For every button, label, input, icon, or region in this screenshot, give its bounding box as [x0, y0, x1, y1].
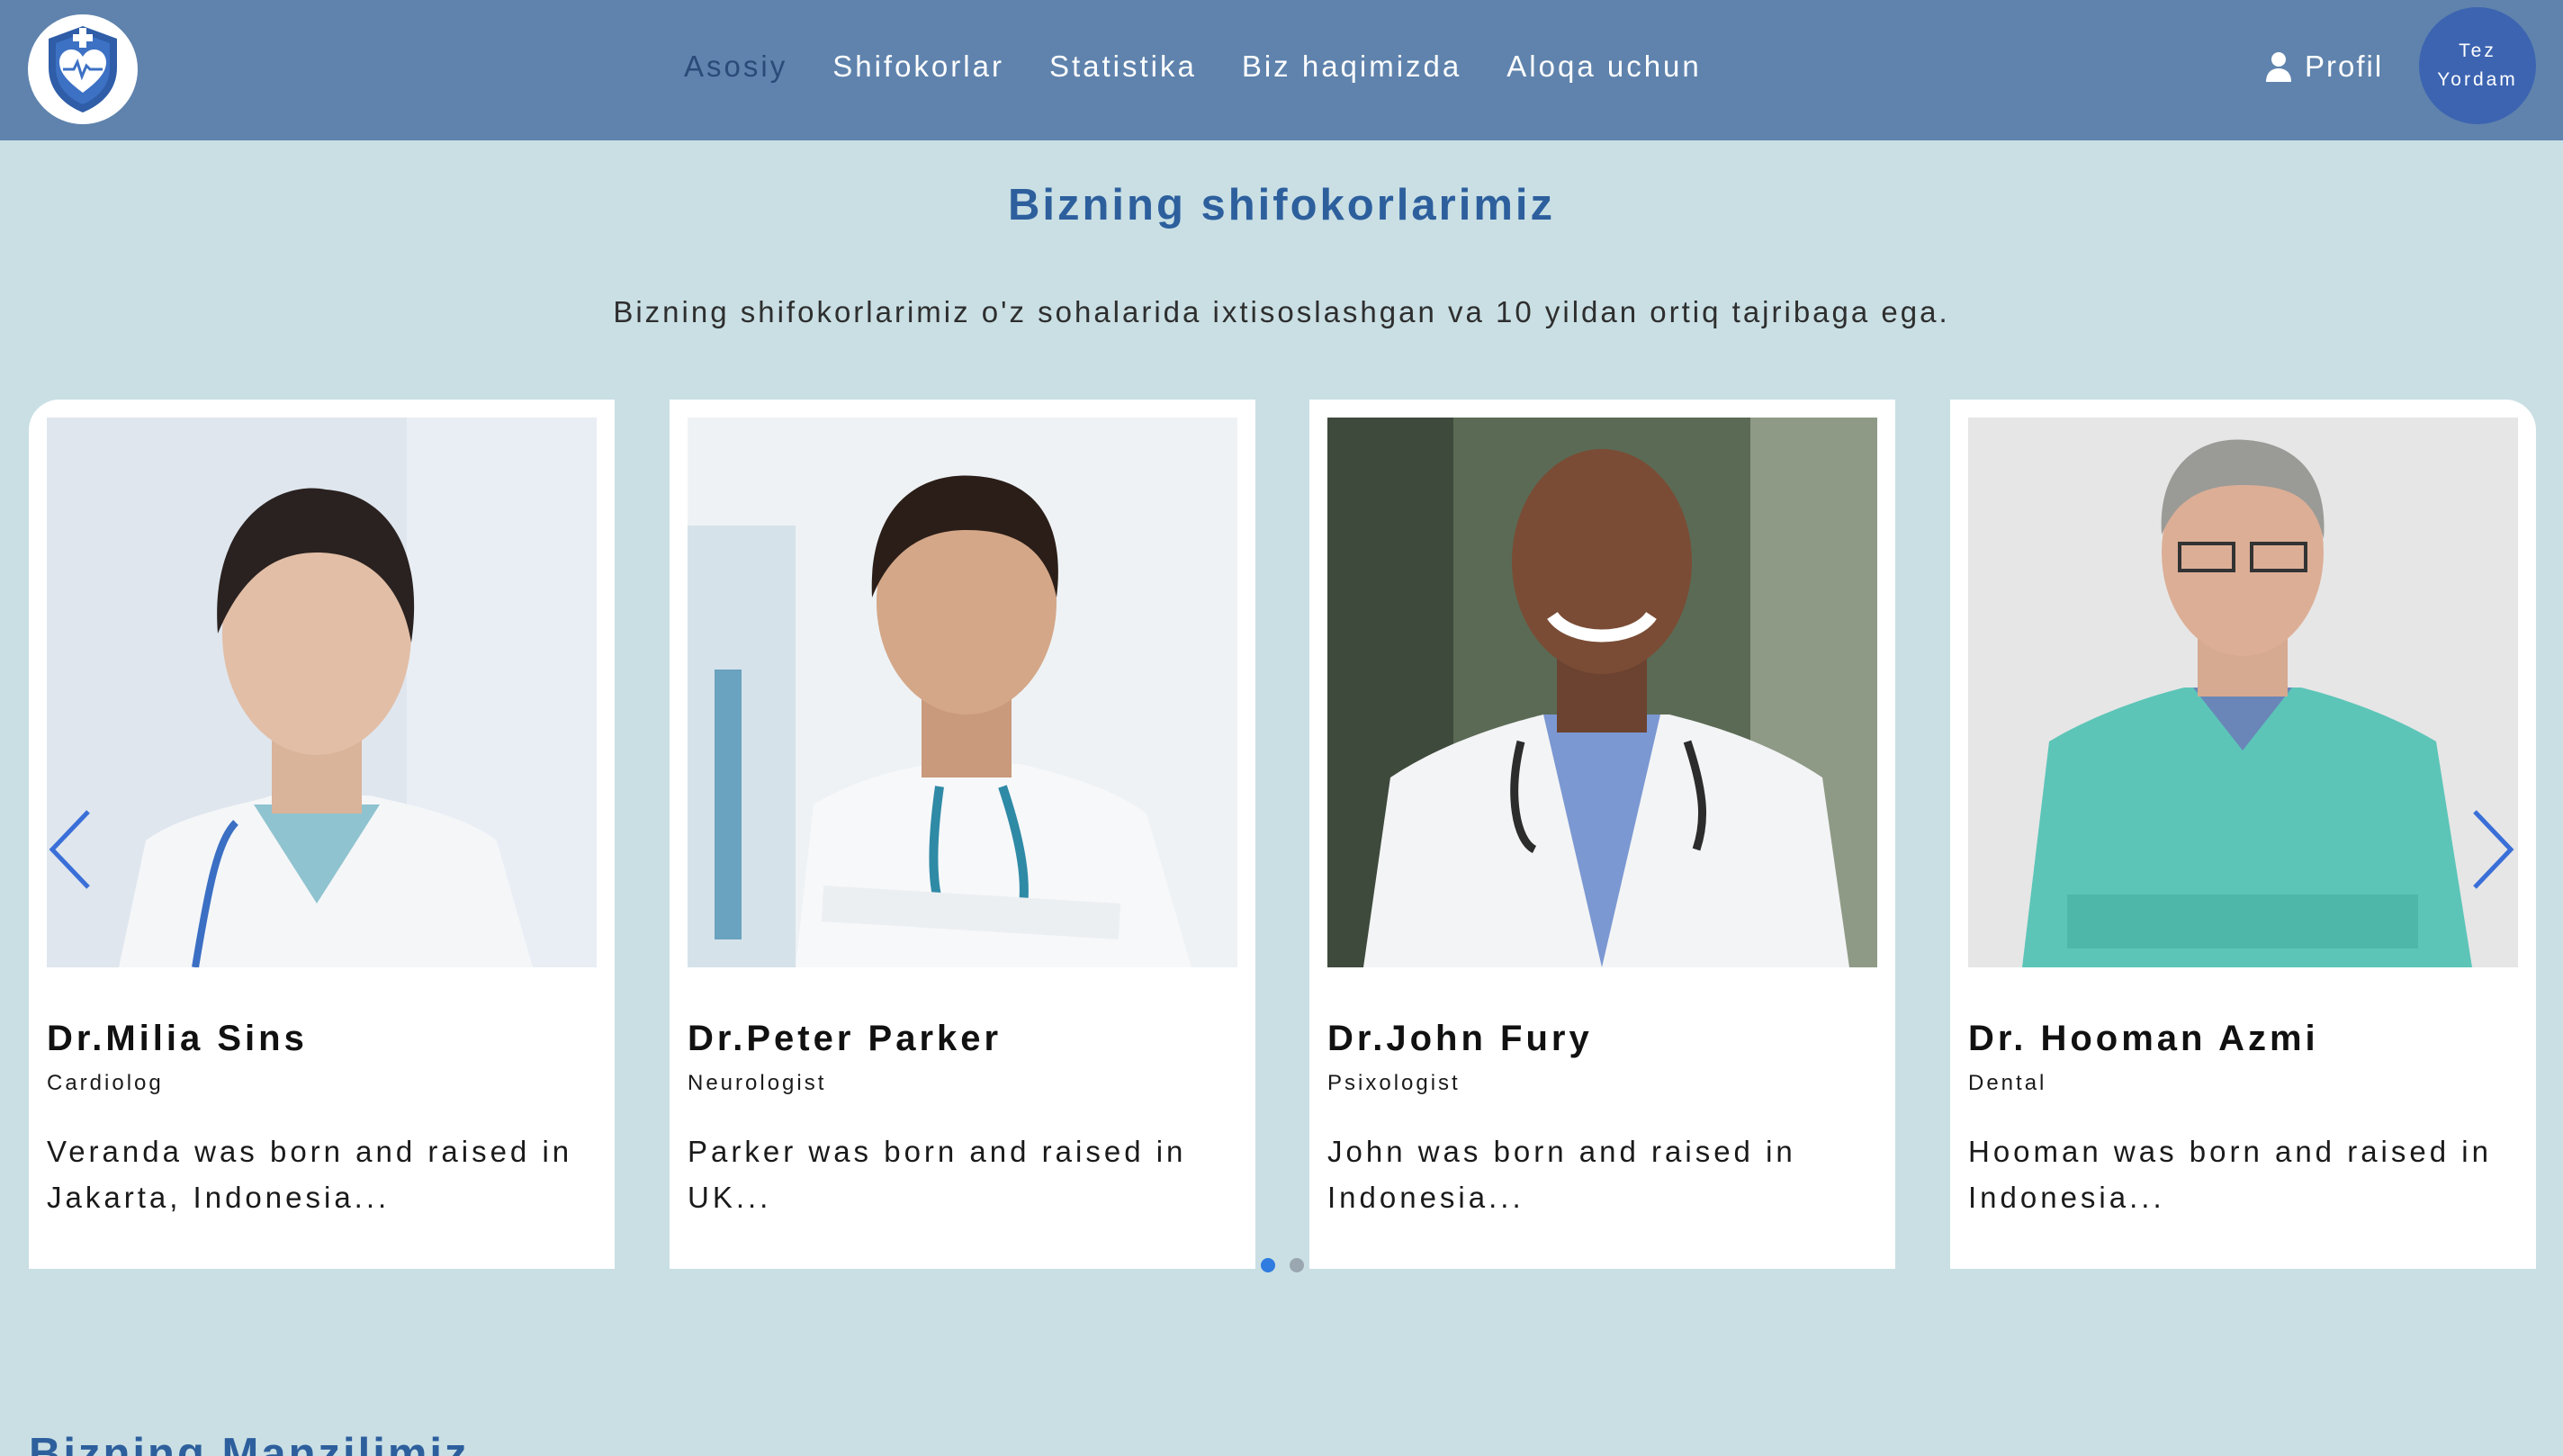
carousel-next-arrow-icon[interactable]	[2468, 808, 2516, 891]
carousel-prev-arrow-icon[interactable]	[47, 808, 95, 891]
pagination-dot-2[interactable]	[1290, 1258, 1304, 1272]
doctor-bio: Hooman was born and raised in Indonesia.…	[1968, 1135, 2492, 1214]
nav-item-shifokorlar[interactable]: Shifokorlar	[832, 49, 1004, 84]
doctor-photo	[47, 418, 597, 967]
doctor-specialty: Neurologist	[688, 1071, 827, 1095]
doctor-specialty: Dental	[1968, 1071, 2047, 1095]
nav-item-aloqa-uchun[interactable]: Aloqa uchun	[1506, 49, 1701, 84]
doctor-photo	[688, 418, 1237, 967]
doctor-bio: Veranda was born and raised in Jakarta, …	[47, 1135, 573, 1214]
doctor-card[interactable]: Dr. Hooman Azmi Dental Hooman was born a…	[1950, 400, 2536, 1269]
doctor-bio: John was born and raised in Indonesia...	[1327, 1135, 1796, 1214]
profile-link[interactable]: Profil	[2265, 45, 2383, 88]
doctor-card[interactable]: Dr.Peter Parker Neurologist Parker was b…	[670, 400, 1255, 1269]
doctors-carousel: Dr.Milia Sins Cardiolog Veranda was born…	[29, 400, 2536, 1269]
user-icon	[2266, 52, 2291, 82]
section-title: Bizning shifokorlarimiz	[1007, 181, 1556, 229]
pagination-dot-1[interactable]	[1261, 1258, 1275, 1272]
top-navbar: Asosiy Shifokorlar Statistika Biz haqimi…	[0, 0, 2563, 140]
emergency-label-line2: Yordam	[2437, 69, 2518, 90]
nav-item-asosiy[interactable]: Asosiy	[684, 49, 787, 84]
doctor-name: Dr. Hooman Azmi	[1968, 1019, 2319, 1058]
doctor-photo	[1327, 418, 1877, 967]
shield-heart-cross-icon	[49, 26, 117, 112]
doctor-specialty: Cardiolog	[47, 1071, 164, 1095]
doctor-name: Dr.John Fury	[1327, 1019, 1593, 1058]
doctor-name: Dr.Peter Parker	[688, 1019, 1003, 1058]
main-nav: Asosiy Shifokorlar Statistika Biz haqimi…	[684, 45, 1747, 88]
doctor-name: Dr.Milia Sins	[47, 1019, 308, 1058]
carousel-pagination	[1261, 1258, 1318, 1272]
nav-item-biz-haqimizda[interactable]: Biz haqimizda	[1242, 49, 1461, 84]
profile-label: Profil	[2305, 49, 2384, 83]
doctor-card[interactable]: Dr.John Fury Psixologist John was born a…	[1309, 400, 1895, 1269]
next-section-title: Bizning Manzilimiz	[29, 1430, 470, 1456]
doctor-bio: Parker was born and raised in UK...	[688, 1135, 1187, 1214]
emergency-button[interactable]: Tez Yordam	[2419, 7, 2536, 124]
doctor-card[interactable]: Dr.Milia Sins Cardiolog Veranda was born…	[29, 400, 615, 1269]
doctor-photo	[1968, 418, 2518, 967]
nav-item-statistika[interactable]: Statistika	[1049, 49, 1197, 84]
logo[interactable]	[28, 14, 138, 124]
emergency-label-line1: Tez	[2459, 40, 2496, 61]
section-subtitle: Bizning shifokorlarimiz o'z sohalarida i…	[613, 295, 1950, 328]
doctor-specialty: Psixologist	[1327, 1071, 1461, 1095]
